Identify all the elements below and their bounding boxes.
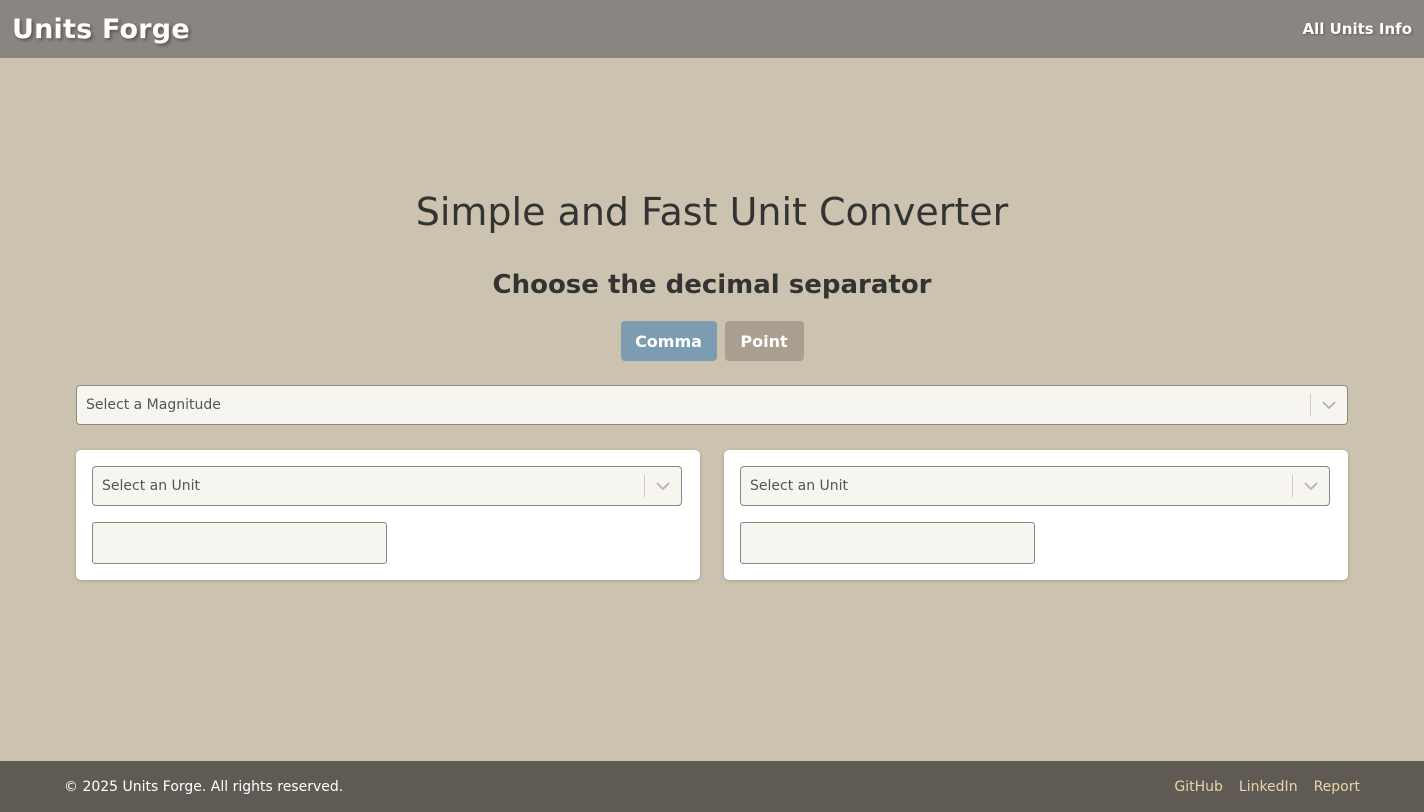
page-title: Simple and Fast Unit Converter [415,190,1009,234]
decimal-separator-heading: Choose the decimal separator [492,270,932,300]
github-link[interactable]: GitHub [1174,779,1223,795]
value-input-to[interactable] [740,522,1035,564]
decimal-separator-group: Comma Point [0,321,1424,361]
copyright-text: © 2025 Units Forge. All rights reserved. [64,778,344,795]
unit-select-placeholder: Select an Unit [750,478,849,494]
magnitude-select-placeholder: Select a Magnitude [86,397,221,413]
unit-select-from[interactable]: Select an Unit [92,466,682,506]
all-units-info-link[interactable]: All Units Info [1302,20,1412,38]
converter-card-to: Select an Unit [724,450,1348,580]
footer-links: GitHub LinkedIn Report [1174,779,1360,795]
navbar: Units Forge All Units Info [0,0,1424,58]
chevron-down-icon[interactable] [645,467,681,505]
chevron-down-icon[interactable] [1293,467,1329,505]
chevron-down-icon[interactable] [1311,386,1347,424]
report-link[interactable]: Report [1314,779,1360,795]
magnitude-select[interactable]: Select a Magnitude [76,385,1348,425]
footer: © 2025 Units Forge. All rights reserved.… [0,761,1424,812]
point-button[interactable]: Point [724,321,804,361]
unit-select-placeholder: Select an Unit [102,478,201,494]
comma-button[interactable]: Comma [620,321,717,361]
unit-select-to[interactable]: Select an Unit [740,466,1330,506]
brand-logo[interactable]: Units Forge [12,14,190,45]
value-input-from[interactable] [92,522,387,564]
converter-card-from: Select an Unit [76,450,700,580]
linkedin-link[interactable]: LinkedIn [1239,779,1298,795]
